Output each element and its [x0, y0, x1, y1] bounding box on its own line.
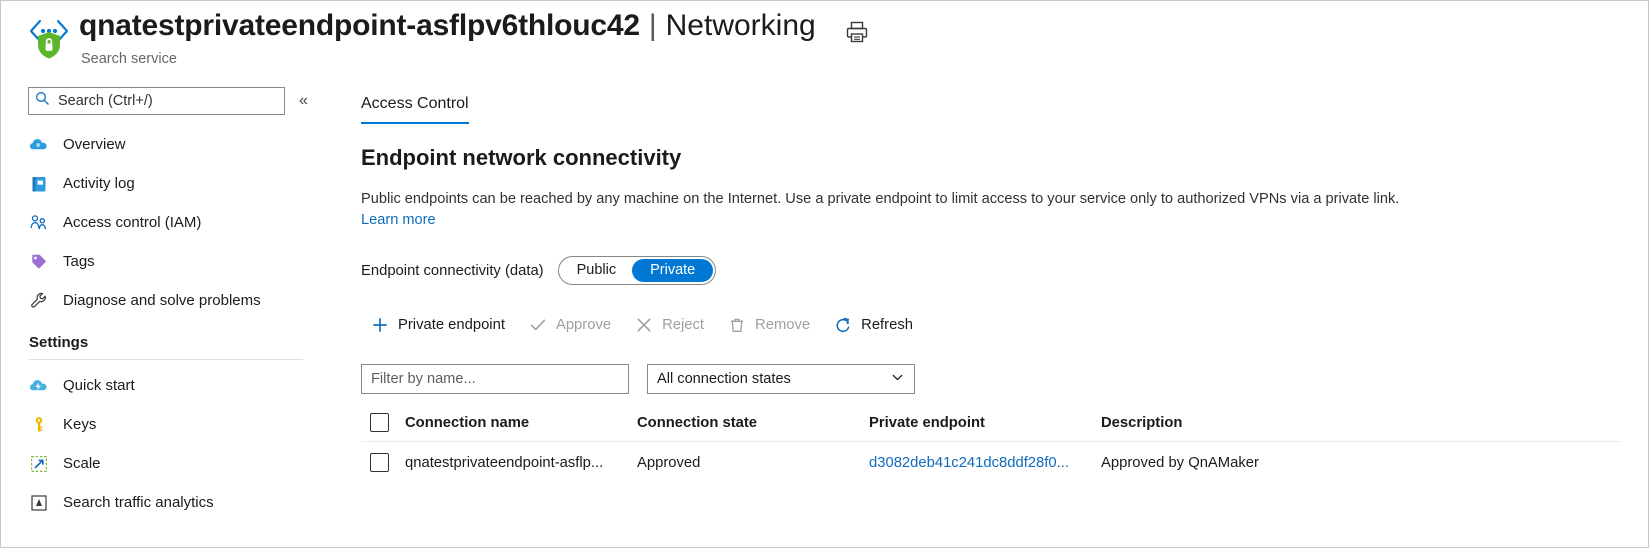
sidebar-item-label: Overview: [63, 136, 126, 153]
learn-more-link[interactable]: Learn more: [361, 212, 436, 228]
tab-access-control[interactable]: Access Control: [361, 95, 469, 124]
command-toolbar: Private endpoint Approve Reject: [359, 311, 925, 339]
sidebar-divider: [29, 359, 303, 360]
sidebar-item-label: Quick start: [63, 377, 135, 394]
sidebar-item-label: Access control (IAM): [63, 214, 201, 231]
private-endpoint-connections-table: Connection name Connection state Private…: [361, 404, 1621, 483]
endpoint-connectivity-toggle[interactable]: Public Private: [558, 256, 717, 285]
main-content: Access Control Endpoint network connecti…: [331, 79, 1649, 548]
connection-state-dropdown[interactable]: All connection states: [647, 364, 915, 394]
sidebar-item-search-traffic-analytics[interactable]: Search traffic analytics: [1, 483, 331, 522]
filter-row: All connection states: [361, 364, 915, 394]
sidebar-item-diagnose[interactable]: Diagnose and solve problems: [1, 281, 331, 320]
chevron-double-left-icon[interactable]: «: [299, 93, 308, 109]
resource-type-subtitle: Search service: [81, 51, 177, 67]
column-header-description[interactable]: Description: [1101, 415, 1621, 431]
sidebar-item-keys[interactable]: Keys: [1, 405, 331, 444]
sidebar-item-label: Diagnose and solve problems: [63, 292, 261, 309]
chevron-down-icon: [890, 370, 905, 389]
sidebar-item-label: Keys: [63, 416, 96, 433]
print-icon[interactable]: [844, 19, 870, 45]
endpoint-connectivity-row: Endpoint connectivity (data) Public Priv…: [361, 256, 716, 285]
page-name: Networking: [666, 9, 816, 43]
search-service-private-endpoint-icon: [27, 15, 71, 61]
private-endpoint-label: Private endpoint: [398, 317, 505, 333]
activity-log-icon: [29, 174, 49, 194]
sidebar-item-activity-log[interactable]: Activity log: [1, 164, 331, 203]
approve-button: Approve: [517, 311, 623, 339]
sidebar-item-access-control[interactable]: Access control (IAM): [1, 203, 331, 242]
people-icon: [29, 213, 49, 233]
connection-state-selected-value: All connection states: [657, 371, 791, 387]
sidebar-item-tags[interactable]: Tags: [1, 242, 331, 281]
search-icon: [35, 91, 50, 111]
sidebar-item-label: Tags: [63, 253, 95, 270]
cell-description: Approved by QnAMaker: [1101, 455, 1621, 471]
trash-icon: [728, 316, 746, 334]
select-all-checkbox-cell[interactable]: [361, 413, 405, 432]
sidebar: « Overview: [1, 79, 331, 548]
sidebar-item-label: Activity log: [63, 175, 135, 192]
private-endpoint-button[interactable]: Private endpoint: [359, 311, 517, 339]
remove-label: Remove: [755, 317, 810, 333]
reject-label: Reject: [662, 317, 704, 333]
sidebar-item-scale[interactable]: Scale: [1, 444, 331, 483]
cell-connection-name: qnatestprivateendpoint-asflp...: [405, 455, 637, 471]
resource-name: qnatestprivateendpoint-asflpv6thlouc42: [79, 9, 640, 43]
search-input[interactable]: [56, 92, 278, 110]
section-heading: Endpoint network connectivity: [361, 145, 681, 171]
azure-portal-networking-screen: qnatestprivateendpoint-asflpv6thlouc42 |…: [0, 0, 1649, 548]
toggle-option-public[interactable]: Public: [561, 259, 633, 282]
tag-icon: [29, 252, 49, 272]
endpoint-connectivity-label: Endpoint connectivity (data): [361, 263, 544, 279]
plus-icon: [371, 316, 389, 334]
toggle-option-private[interactable]: Private: [632, 259, 713, 282]
reject-button: Reject: [623, 311, 716, 339]
wrench-icon: [29, 291, 49, 311]
row-checkbox[interactable]: [370, 453, 389, 472]
row-checkbox-cell[interactable]: [361, 453, 405, 472]
search-input-wrapper[interactable]: [28, 87, 285, 115]
refresh-icon: [834, 316, 852, 334]
analytics-icon: [29, 493, 49, 513]
table-row[interactable]: qnatestprivateendpoint-asflp... Approved…: [361, 441, 1621, 483]
column-header-connection-state[interactable]: Connection state: [637, 415, 869, 431]
remove-button: Remove: [716, 311, 822, 339]
column-header-connection-name[interactable]: Connection name: [405, 415, 637, 431]
sidebar-item-overview[interactable]: Overview: [1, 125, 331, 164]
page-header: qnatestprivateendpoint-asflpv6thlouc42 |…: [1, 1, 1649, 79]
refresh-label: Refresh: [861, 317, 913, 333]
title-separator: |: [640, 9, 666, 43]
section-description: Public endpoints can be reached by any m…: [361, 189, 1521, 210]
refresh-button[interactable]: Refresh: [822, 311, 925, 339]
scale-icon: [29, 454, 49, 474]
quick-start-cloud-icon: [29, 376, 49, 396]
cross-icon: [635, 316, 653, 334]
sidebar-section-settings: Settings: [1, 320, 331, 356]
sidebar-item-label: Search traffic analytics: [63, 494, 214, 511]
filter-by-name-input[interactable]: [361, 364, 629, 394]
column-header-private-endpoint[interactable]: Private endpoint: [869, 415, 1101, 431]
checkmark-icon: [529, 316, 547, 334]
tab-bar: Access Control: [361, 95, 469, 124]
sidebar-item-quick-start[interactable]: Quick start: [1, 366, 331, 405]
page-title: qnatestprivateendpoint-asflpv6thlouc42 |…: [79, 9, 816, 43]
sidebar-item-label: Scale: [63, 455, 101, 472]
select-all-checkbox[interactable]: [370, 413, 389, 432]
cell-connection-state: Approved: [637, 455, 869, 471]
sidebar-nav-list: Overview Activity log: [1, 125, 331, 522]
table-header-row: Connection name Connection state Private…: [361, 404, 1621, 441]
sidebar-search-row: «: [28, 87, 308, 115]
key-icon: [29, 415, 49, 435]
approve-label: Approve: [556, 317, 611, 333]
cloud-icon: [29, 135, 49, 155]
cell-private-endpoint-link[interactable]: d3082deb41c241dc8ddf28f0...: [869, 455, 1101, 471]
